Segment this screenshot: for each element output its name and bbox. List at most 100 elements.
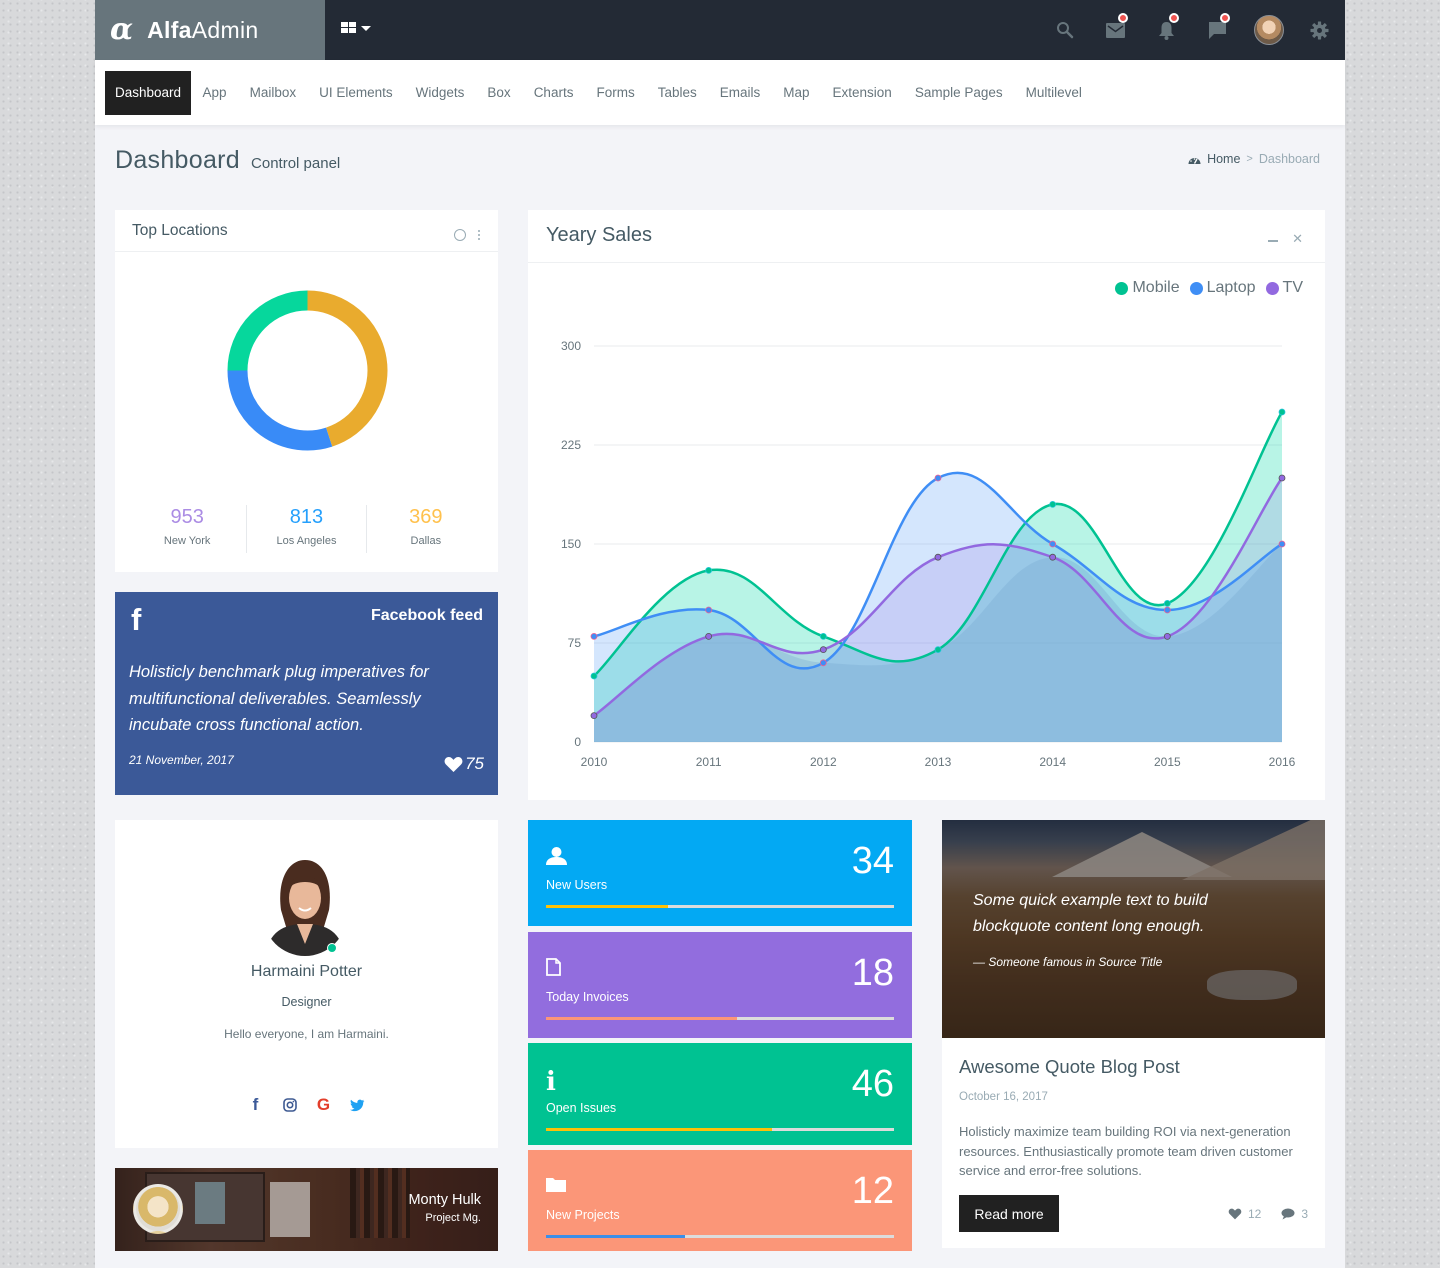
nav-item-sample-pages[interactable]: Sample Pages — [903, 71, 1014, 115]
data-point-mobile — [1049, 500, 1057, 508]
location-stat: 369 Dallas — [367, 505, 485, 553]
location-stat: 813 Los Angeles — [247, 505, 367, 553]
mail-icon — [1106, 22, 1125, 38]
nav-item-emails[interactable]: Emails — [708, 71, 772, 115]
location-stat: 953 New York — [128, 505, 248, 553]
search-button[interactable] — [1039, 0, 1090, 60]
nav-item-dashboard[interactable]: Dashboard — [105, 70, 192, 115]
nav-item-forms[interactable]: Forms — [585, 71, 646, 115]
user-menu-button[interactable] — [1243, 0, 1294, 60]
blog-comments[interactable]: 3 — [1281, 1207, 1308, 1221]
bell-icon — [1159, 21, 1174, 40]
data-point-tv — [1049, 553, 1057, 561]
blog-quote: Some quick example text to build blockqu… — [973, 892, 1208, 935]
tile-progress-fill — [546, 1017, 738, 1020]
nav-item-widgets[interactable]: Widgets — [404, 71, 476, 115]
chat-icon — [1209, 21, 1226, 39]
data-point-laptop — [1163, 606, 1171, 614]
profile-bio: Hello everyone, I am Harmaini. — [224, 1027, 389, 1041]
nav-item-map[interactable]: Map — [772, 71, 821, 115]
notification-badge — [1118, 13, 1128, 23]
nav-item-charts[interactable]: Charts — [522, 71, 585, 115]
nav-item-app[interactable]: App — [191, 71, 238, 115]
data-point-laptop — [1278, 540, 1286, 548]
page-subtitle: Control panel — [251, 155, 341, 172]
brand-logo[interactable]: α Alfa Admin — [95, 0, 325, 60]
facebook-icon: f — [131, 602, 142, 637]
read-more-button[interactable]: Read more — [959, 1195, 1059, 1232]
apps-menu-toggle[interactable] — [341, 22, 371, 34]
tile-progress-fill — [546, 1235, 686, 1238]
facebook-link-icon[interactable]: f — [248, 1095, 263, 1114]
breadcrumb-home-link[interactable]: Home — [1207, 152, 1240, 166]
location-label: Dallas — [410, 535, 442, 547]
data-point-tv — [819, 646, 827, 654]
x-tick-label: 2014 — [1039, 755, 1066, 769]
facebook-feed-title: Facebook feed — [370, 607, 483, 624]
tile-label: New Projects — [546, 1208, 620, 1222]
y-tick-label: 225 — [561, 438, 581, 452]
file-icon — [546, 958, 561, 981]
refresh-circle-icon[interactable] — [454, 229, 466, 241]
caret-down-icon — [361, 25, 371, 31]
google-link-icon[interactable]: G — [316, 1095, 331, 1114]
twitter-link-icon[interactable] — [350, 1096, 365, 1114]
likes-count: 75 — [465, 754, 484, 773]
data-point-tv — [1278, 474, 1286, 482]
profile-card: Harmaini Potter Designer Hello everyone,… — [115, 820, 498, 1148]
profile-name: Harmaini Potter — [250, 963, 363, 980]
nav-item-tables[interactable]: Tables — [646, 71, 708, 115]
blog-cover-image: Some quick example text to build blockqu… — [942, 820, 1325, 1038]
location-value: 953 — [170, 506, 204, 528]
notifications-button[interactable] — [1141, 0, 1192, 60]
nav-item-multilevel[interactable]: Multilevel — [1014, 71, 1093, 115]
nav-item-ui-elements[interactable]: UI Elements — [308, 71, 405, 115]
monty-profile-card: Monty Hulk Project Mg. — [115, 1168, 498, 1251]
data-point-tv — [705, 632, 713, 640]
stat-tile-new-users[interactable]: New Users 34 — [528, 820, 912, 926]
x-tick-label: 2011 — [696, 755, 722, 769]
yearly-sales-chart: 0 75 150 225 300 2010 2011 2012 2013 2014 2015 2016 — [561, 339, 1296, 769]
data-point-mobile — [1278, 408, 1286, 416]
location-label: Los Angeles — [276, 535, 337, 547]
instagram-link-icon[interactable] — [282, 1096, 297, 1114]
more-options-icon[interactable] — [478, 230, 480, 240]
nav-item-box[interactable]: Box — [476, 71, 522, 115]
folder-icon — [546, 1176, 566, 1197]
blog-quote-source: — Someone famous in Source Title — [973, 955, 1163, 969]
comment-icon — [1281, 1208, 1295, 1220]
data-point-laptop — [590, 632, 598, 640]
stat-tile-open-issues[interactable]: i Open Issues 46 — [528, 1043, 912, 1145]
top-locations-card: Top Locations 953 New York 813 Los Angeles 3… — [115, 210, 498, 572]
facebook-likes[interactable]: 75 — [444, 754, 484, 774]
heart-icon — [444, 756, 463, 772]
mail-button[interactable] — [1090, 0, 1141, 60]
tile-label: Open Issues — [546, 1101, 617, 1115]
data-point-tv — [934, 553, 942, 561]
notification-badge — [1169, 13, 1179, 23]
stat-tile-new-projects[interactable]: New Projects 12 — [528, 1150, 912, 1251]
blog-likes[interactable]: 12 — [1228, 1207, 1261, 1221]
data-point-mobile — [819, 632, 827, 640]
data-point-tv — [590, 712, 598, 720]
x-tick-label: 2015 — [1154, 755, 1181, 769]
data-point-laptop — [705, 606, 713, 614]
online-status-indicator — [327, 943, 337, 953]
nav-item-extension[interactable]: Extension — [821, 71, 903, 115]
brand-name-bold: Alfa — [147, 16, 192, 43]
nav-item-mailbox[interactable]: Mailbox — [238, 71, 308, 115]
tile-value: 18 — [851, 952, 894, 994]
blog-excerpt: Holisticly maximize team building ROI vi… — [959, 1124, 1293, 1178]
top-header: α Alfa Admin — [95, 0, 1345, 60]
settings-button[interactable] — [1294, 0, 1345, 60]
facebook-feed-card: f Facebook feed Holisticly benchmark plu… — [115, 592, 498, 795]
stat-tile-today-invoices[interactable]: Today Invoices 18 — [528, 932, 912, 1038]
x-tick-label: 2013 — [925, 755, 952, 769]
x-tick-label: 2016 — [1269, 755, 1296, 769]
donut-slice-2 — [227, 290, 308, 371]
avatar — [133, 1184, 183, 1234]
tile-progress-bar — [546, 1128, 894, 1131]
facebook-post-text: Holisticly benchmark plug imperatives fo… — [129, 663, 429, 734]
messages-button[interactable] — [1192, 0, 1243, 60]
blog-date: October 16, 2017 — [959, 1091, 1048, 1103]
